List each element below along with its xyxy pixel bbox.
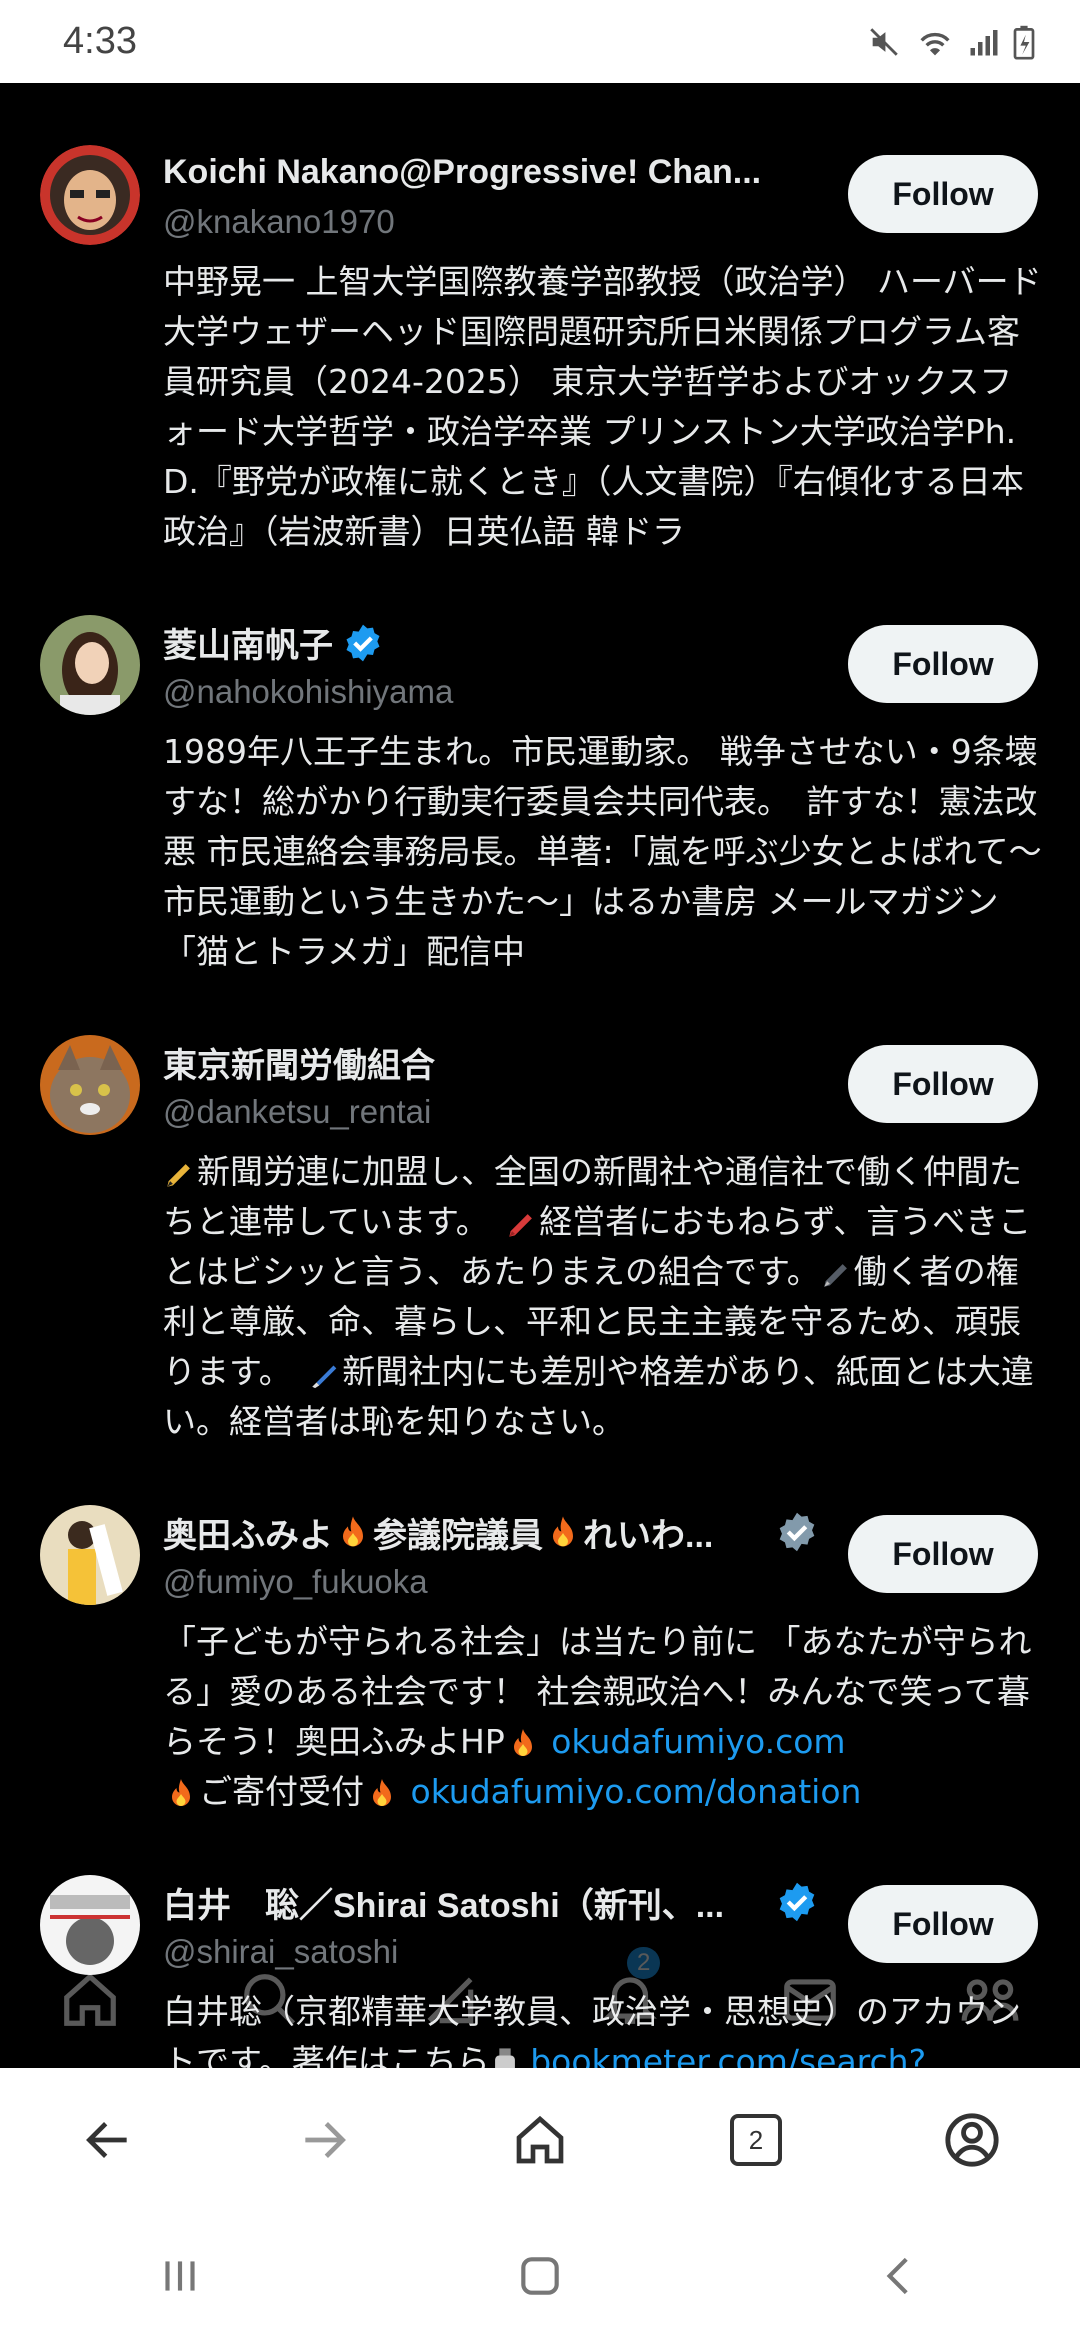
account-bio: 新聞労連に加盟し、全国の新聞社や通信社で働く仲間たちと連帯しています。 経営者に…: [163, 1152, 1034, 1441]
notification-badge: 2: [627, 1947, 661, 1979]
tab-count: 2: [730, 2114, 782, 2166]
avatar[interactable]: [40, 145, 140, 245]
account-bio: 「子どもが守られる社会」は当たり前に 「あなたが守られる」愛のある社会です！ 社…: [163, 1622, 1032, 1811]
home-icon[interactable]: [59, 1969, 121, 2031]
fire-emoji-icon: [343, 1515, 363, 1546]
profile-button[interactable]: [912, 2080, 1032, 2200]
list-item[interactable]: Koichi Nakano@Progressive! Chan... @knak…: [0, 145, 1080, 565]
verified-badge-icon: [779, 1882, 815, 1922]
home-square-icon[interactable]: [515, 2251, 565, 2301]
account-name[interactable]: 奥田ふみよ 参議院議員 れいわ...: [163, 1505, 713, 1560]
bio-link[interactable]: okudafumiyo.com: [551, 1722, 845, 1761]
verified-badge-icon: [779, 1512, 815, 1552]
list-item[interactable]: 奥田ふみよ 参議院議員 れいわ... @fumiyo_fukuoka Follo…: [0, 1505, 1080, 1835]
communities-icon[interactable]: [959, 1969, 1021, 2031]
account-name[interactable]: 東京新聞労働組合: [163, 1035, 435, 1090]
list-item[interactable]: 菱山南帆子 @nahokohishiyama Follow 1989年八王子生ま…: [0, 615, 1080, 995]
follow-suggestions-list[interactable]: Koichi Nakano@Progressive! Chan... @knak…: [0, 83, 1080, 2068]
notifications-tab[interactable]: 2: [599, 1947, 661, 2033]
bio-link[interactable]: okudafumiyo.com/donation: [411, 1772, 862, 1811]
follow-button[interactable]: Follow: [848, 625, 1038, 703]
forward-button[interactable]: [264, 2080, 384, 2200]
arrow-left-icon: [86, 2122, 127, 2158]
tabs-button[interactable]: 2: [696, 2080, 816, 2200]
recent-apps-icon[interactable]: [155, 2251, 205, 2301]
arrow-right-icon: [305, 2122, 346, 2158]
follow-button[interactable]: Follow: [848, 1045, 1038, 1123]
avatar[interactable]: [40, 615, 140, 715]
messages-icon[interactable]: [779, 1969, 841, 2031]
back-button[interactable]: [48, 2080, 168, 2200]
mute-icon: [870, 27, 898, 56]
list-item[interactable]: 東京新聞労働組合 @danketsu_rentai Follow 新聞労連に加盟…: [0, 1035, 1080, 1455]
system-nav-bar: [0, 2212, 1080, 2340]
account-bio: 1989年八王子生まれ。市民運動家。 戦争させない・9条壊すな！総がかり行動実行…: [163, 732, 1042, 971]
home-icon: [516, 2115, 564, 2164]
back-chevron-icon[interactable]: [875, 2251, 925, 2301]
fire-emoji-icon: [373, 1778, 391, 1806]
account-handle: @fumiyo_fukuoka: [163, 1563, 428, 1600]
fire-emoji-icon: [513, 1728, 532, 1756]
follow-button[interactable]: Follow: [848, 1515, 1038, 1593]
account-name[interactable]: Koichi Nakano@Progressive! Chan...: [163, 145, 761, 200]
account-handle: @knakano1970: [163, 203, 395, 240]
account-handle: @nahokohishiyama: [163, 673, 454, 710]
verified-badge-icon: [346, 624, 380, 661]
crayon-emoji-icon: [509, 1213, 533, 1237]
fountain-pen-emoji-icon: [823, 1263, 847, 1287]
signal-icon: [970, 29, 998, 55]
app-bottom-nav[interactable]: 2: [0, 1935, 1080, 2065]
avatar[interactable]: [40, 1035, 140, 1135]
account-name[interactable]: 白井 聡／Shirai Satoshi（新刊、...: [163, 1875, 724, 1930]
status-icons: [867, 24, 1035, 60]
fire-emoji-icon: [553, 1515, 573, 1546]
battery-icon: [1013, 25, 1035, 60]
follow-button[interactable]: Follow: [848, 155, 1038, 233]
account-name[interactable]: 菱山南帆子: [163, 615, 383, 670]
home-button[interactable]: [480, 2080, 600, 2200]
pen-emoji-icon: [167, 1163, 190, 1187]
status-bar: 4:33: [0, 0, 1080, 83]
browser-toolbar: 2: [0, 2068, 1080, 2212]
wifi-icon: [920, 32, 950, 55]
grok-icon[interactable]: [419, 1969, 481, 2031]
avatar[interactable]: [40, 1505, 140, 1605]
search-icon[interactable]: [239, 1969, 301, 2031]
account-icon: [945, 2113, 999, 2167]
account-handle: @danketsu_rentai: [163, 1093, 432, 1130]
account-bio: 中野晃一 上智大学国際教養学部教授（政治学） ハーバード大学ウェザーヘッド国際問…: [163, 262, 1042, 551]
fire-emoji-icon: [172, 1778, 190, 1806]
status-time: 4:33: [63, 20, 137, 62]
paintbrush-emoji-icon: [312, 1365, 337, 1388]
